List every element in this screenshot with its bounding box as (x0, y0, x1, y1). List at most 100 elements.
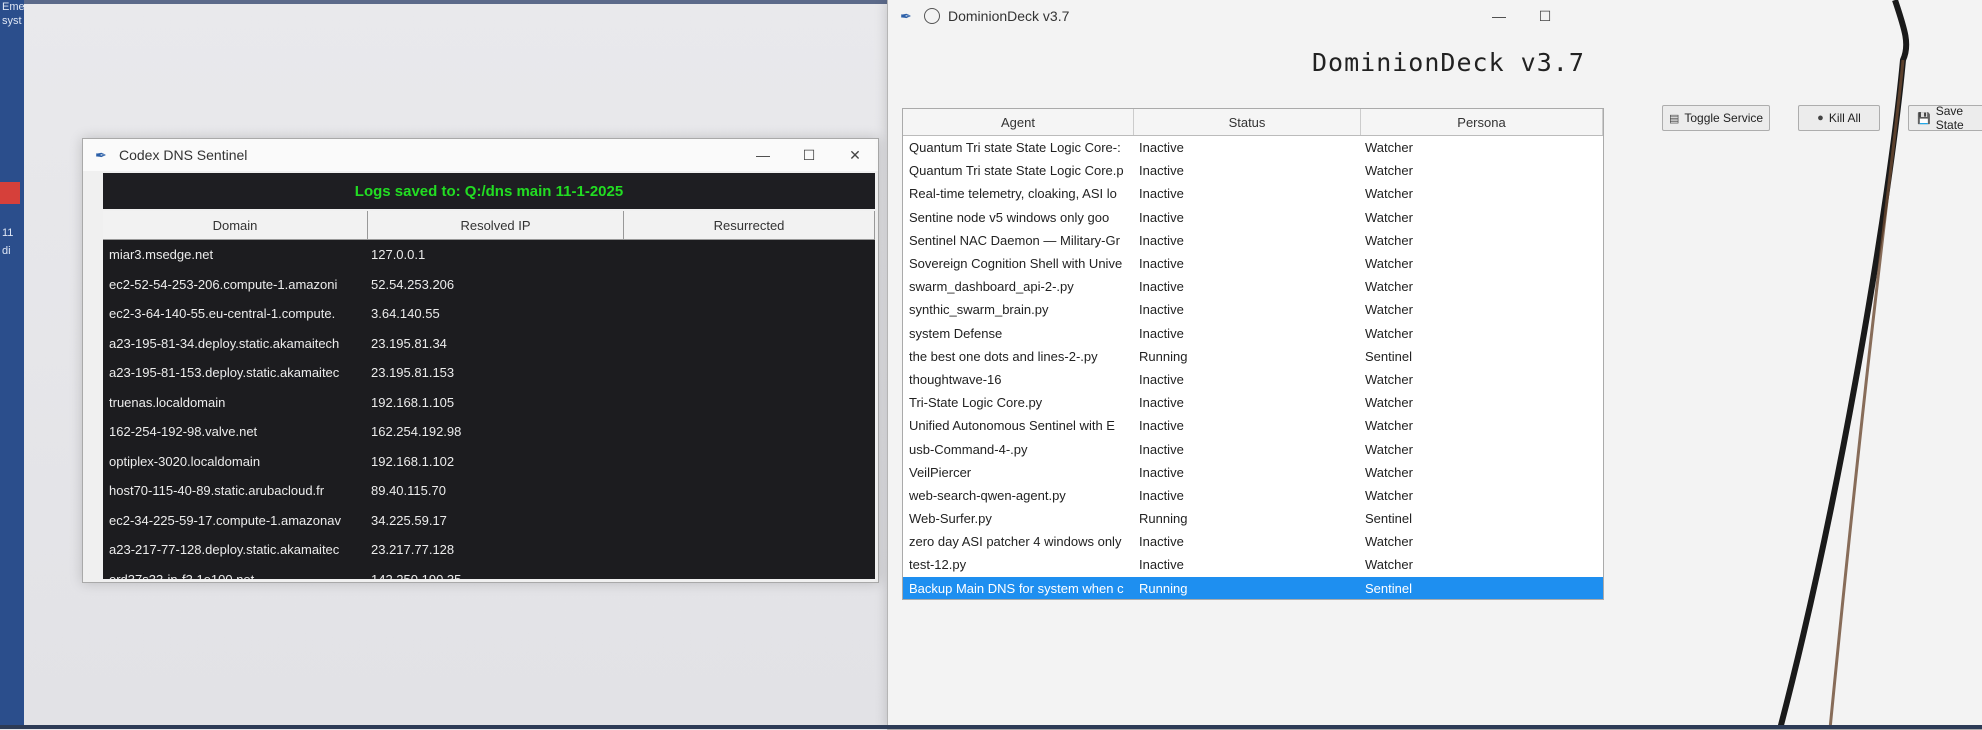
domain-cell: a23-217-77-128.deploy.static.akamaitec (109, 542, 340, 558)
deck-window-title: DominionDeck v3.7 (948, 8, 1070, 24)
status-cell: Inactive (1139, 557, 1184, 573)
agent-row[interactable]: usb-Command-4-.py Inactive Watcher (903, 437, 1603, 460)
status-cell: Running (1139, 348, 1188, 364)
agent-row[interactable]: Quantum Tri state State Logic Core-: Inac… (903, 136, 1603, 159)
save-state-button[interactable]: 💾 Save State (1908, 104, 1982, 132)
status-cell: Inactive (1139, 395, 1184, 411)
agent-row[interactable]: Quantum Tri state State Logic Core.p Inac… (903, 159, 1603, 182)
resolved-ip-cell: 34.225.59.17 (371, 512, 447, 528)
agent-row[interactable]: Sentinel NAC Daemon — Military-Gr Inactiv… (903, 229, 1603, 252)
domain-cell: optiplex-3020.localdomain (109, 453, 261, 469)
agent-table[interactable]: Agent Status Persona Quantum Tri state S… (902, 108, 1604, 600)
minimize-button[interactable]: — (1476, 0, 1522, 32)
table-row[interactable]: miar3.msedge.net 127.0.0.1 (103, 240, 875, 270)
status-cell: Inactive (1139, 163, 1184, 179)
agent-row[interactable]: zero day ASI patcher 4 windows only Inact… (903, 530, 1603, 553)
desktop-strip-text-4: di (2, 245, 11, 257)
agent-row[interactable]: system Defense Inactive Watcher (903, 322, 1603, 345)
persona-cell: Watcher (1365, 487, 1413, 503)
column-header-persona[interactable]: Persona (1361, 109, 1603, 135)
table-row[interactable]: ec2-3-64-140-55.eu-central-1.compute. 3.6… (103, 299, 875, 329)
agent-row[interactable]: Tri-State Logic Core.py Inactive Watcher (903, 391, 1603, 414)
domain-cell: a23-195-81-153.deploy.static.akamaitec (109, 365, 340, 381)
deck-window-controls: — ☐ (1476, 0, 1568, 32)
resolved-ip-cell: 192.168.1.105 (371, 394, 455, 410)
resolved-ip-cell: 192.168.1.102 (371, 453, 455, 469)
agent-cell: usb-Command-4-.py (909, 441, 1028, 457)
domain-cell: truenas.localdomain (109, 394, 226, 410)
deck-titlebar[interactable]: ✒ DominionDeck v3.7 — ☐ (888, 0, 1982, 32)
agent-row[interactable]: VeilPiercer Inactive Watcher (903, 461, 1603, 484)
table-row[interactable]: a23-195-81-34.deploy.static.akamaitech 23… (103, 329, 875, 359)
table-row[interactable]: host70-115-40-89.static.arubacloud.fr 89.… (103, 476, 875, 506)
agent-cell: Unified Autonomous Sentinel with E (909, 418, 1115, 434)
toggle-service-label: Toggle Service (1684, 111, 1764, 125)
minimize-button[interactable]: — (740, 139, 786, 171)
persona-cell: Watcher (1365, 232, 1413, 248)
table-row[interactable]: optiplex-3020.localdomain 192.168.1.102 (103, 447, 875, 477)
agent-cell: web-search-qwen-agent.py (909, 487, 1066, 503)
column-header-agent[interactable]: Agent (903, 109, 1134, 135)
persona-cell: Sentinel (1365, 580, 1412, 596)
persona-cell: Watcher (1365, 140, 1413, 156)
kill-all-button[interactable]: ● Kill All (1798, 105, 1880, 131)
agent-row[interactable]: Web-Surfer.py Running Sentinel (903, 507, 1603, 530)
column-header-domain[interactable]: Domain (103, 211, 368, 239)
desktop-strip-text-2: syst (2, 15, 22, 27)
desktop-strip-text-1: Eme (2, 1, 25, 13)
resolved-ip-cell: 127.0.0.1 (371, 247, 426, 263)
column-header-resurrected[interactable]: Resurrected (624, 211, 875, 239)
resolved-ip-cell: 23.217.77.128 (371, 542, 455, 558)
status-cell: Inactive (1139, 209, 1184, 225)
persona-cell: Watcher (1365, 163, 1413, 179)
agent-cell: synthic_swarm_brain.py (909, 302, 1049, 318)
agent-cell: Backup Main DNS for system when c (909, 580, 1124, 596)
table-row[interactable]: ec2-52-54-253-206.compute-1.amazoni 52.54… (103, 270, 875, 300)
agent-cell: Tri-State Logic Core.py (909, 395, 1043, 411)
status-cell: Inactive (1139, 534, 1184, 550)
agent-row[interactable]: Real-time telemetry, cloaking, ASI lo Ina… (903, 182, 1603, 205)
maximize-button[interactable]: ☐ (786, 139, 832, 171)
agent-row[interactable]: Sentine node v5 windows only goo Inactive… (903, 206, 1603, 229)
status-cell: Inactive (1139, 232, 1184, 248)
table-row[interactable]: 162-254-192-98.valve.net 162.254.192.98 (103, 417, 875, 447)
resolved-ip-cell: 162.254.192.98 (371, 424, 462, 440)
persona-cell: Watcher (1365, 441, 1413, 457)
dns-titlebar[interactable]: ✒ Codex DNS Sentinel — ☐ ✕ (83, 139, 878, 171)
agent-row[interactable]: synthic_swarm_brain.py Inactive Watcher (903, 298, 1603, 321)
agent-row[interactable]: thoughtwave-16 Inactive Watcher (903, 368, 1603, 391)
column-header-resolved-ip[interactable]: Resolved IP (368, 211, 624, 239)
dns-table-body: miar3.msedge.net 127.0.0.1 ec2-52-54-253-2… (103, 240, 875, 579)
maximize-button[interactable]: ☐ (1522, 0, 1568, 32)
status-cell: Inactive (1139, 279, 1184, 295)
agent-row[interactable]: web-search-qwen-agent.py Inactive Watcher (903, 484, 1603, 507)
table-row[interactable]: a23-195-81-153.deploy.static.akamaitec 23… (103, 358, 875, 388)
dns-window-controls: — ☐ ✕ (740, 139, 878, 171)
agent-row[interactable]: Unified Autonomous Sentinel with E Inacti… (903, 414, 1603, 437)
agent-row[interactable]: test-12.py Inactive Watcher (903, 553, 1603, 576)
column-header-status[interactable]: Status (1134, 109, 1361, 135)
table-row[interactable]: truenas.localdomain 192.168.1.105 (103, 388, 875, 418)
agent-row[interactable]: the best one dots and lines-2-.py Running… (903, 345, 1603, 368)
resolved-ip-cell: 3.64.140.55 (371, 306, 440, 322)
table-row[interactable]: ec2-34-225-59-17.compute-1.amazonav 34.22… (103, 506, 875, 536)
close-button[interactable]: ✕ (832, 139, 878, 171)
agent-row[interactable]: Sovereign Cognition Shell with Unive Inac… (903, 252, 1603, 275)
agent-row[interactable]: swarm_dashboard_api-2-.py Inactive Watcher (903, 275, 1603, 298)
page-title: DominionDeck v3.7 (1312, 48, 1585, 77)
persona-cell: Watcher (1365, 464, 1413, 480)
agent-row[interactable]: Backup Main DNS for system when c Running… (903, 576, 1603, 599)
domain-cell: ec2-3-64-140-55.eu-central-1.compute. (109, 306, 336, 322)
status-cell: Running (1139, 580, 1188, 596)
dns-window-title: Codex DNS Sentinel (119, 147, 248, 163)
toggle-service-button[interactable]: ▤ Toggle Service (1662, 105, 1770, 131)
dns-table[interactable]: Domain Resolved IP Resurrected miar3.mse… (103, 211, 875, 579)
domain-cell: ec2-34-225-59-17.compute-1.amazonav (109, 512, 341, 528)
table-row[interactable]: ord37s33-in-f3.1e100.net142.250.190.35 (103, 565, 875, 579)
agent-cell: system Defense (909, 325, 1003, 341)
persona-cell: Watcher (1365, 534, 1413, 550)
resolved-ip-cell: 52.54.253.206 (371, 276, 455, 292)
table-row[interactable]: a23-217-77-128.deploy.static.akamaitec 23… (103, 535, 875, 565)
agent-cell: Quantum Tri state State Logic Core-: (909, 140, 1121, 156)
resolved-ip-cell: 23.195.81.34 (371, 335, 447, 351)
